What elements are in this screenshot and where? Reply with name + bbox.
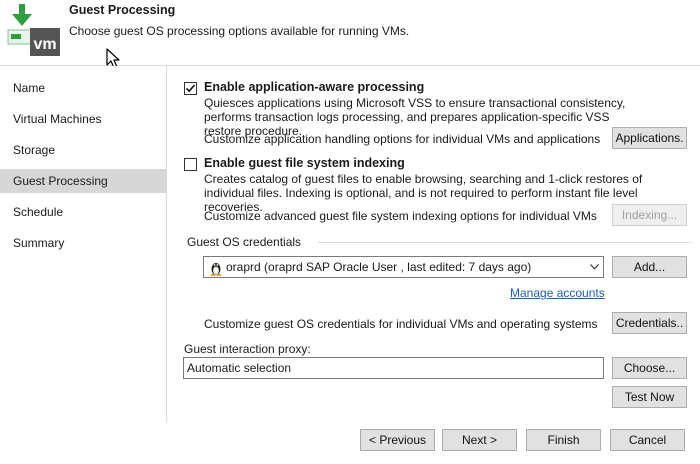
indexing-button[interactable]: Indexing... [612, 204, 687, 226]
wizard-steps-sidebar: Name Virtual Machines Storage Guest Proc… [0, 66, 167, 422]
proxy-field[interactable]: Automatic selection [183, 357, 604, 379]
wizard-footer: < Previous Next > Finish Cancel [0, 422, 700, 464]
page-title: Guest Processing [69, 3, 176, 17]
checkmark-icon [185, 84, 196, 93]
page-subtitle: Choose guest OS processing options avail… [69, 24, 410, 38]
guest-processing-panel: Enable application-aware processing Quie… [168, 66, 700, 422]
credentials-selected-value: oraprd (oraprd SAP Oracle User , last ed… [226, 260, 532, 274]
finish-button[interactable]: Finish [526, 429, 601, 451]
cancel-button[interactable]: Cancel [610, 429, 685, 451]
sidebar-item-name[interactable]: Name [0, 76, 166, 100]
sidebar-item-storage[interactable]: Storage [0, 138, 166, 162]
indexing-checkbox[interactable] [184, 158, 197, 171]
next-button[interactable]: Next > [442, 429, 517, 451]
indexing-label[interactable]: Enable guest file system indexing [204, 156, 405, 170]
test-now-button[interactable]: Test Now [612, 386, 687, 408]
chevron-down-icon [590, 264, 599, 270]
applications-button[interactable]: Applications. [612, 127, 687, 149]
manage-accounts-link[interactable]: Manage accounts [510, 286, 605, 300]
indexing-customize-text: Customize advanced guest file system ind… [204, 209, 597, 223]
credentials-button[interactable]: Credentials.. [612, 312, 687, 334]
sidebar-item-schedule[interactable]: Schedule [0, 200, 166, 224]
choose-proxy-button[interactable]: Choose... [612, 357, 687, 379]
app-aware-label[interactable]: Enable application-aware processing [204, 80, 424, 94]
group-divider [318, 242, 692, 243]
sidebar-item-virtual-machines[interactable]: Virtual Machines [0, 107, 166, 131]
logo-vm-text: vm [33, 36, 56, 53]
linux-penguin-icon [209, 260, 223, 276]
guest-interaction-proxy-label: Guest interaction proxy: [184, 342, 311, 356]
wizard-header: vm Guest Processing Choose guest OS proc… [0, 0, 700, 66]
credentials-select[interactable]: oraprd (oraprd SAP Oracle User , last ed… [203, 256, 604, 278]
previous-button[interactable]: < Previous [360, 429, 435, 451]
vm-backup-icon: vm [6, 4, 62, 60]
app-aware-checkbox[interactable] [184, 82, 197, 95]
add-credentials-button[interactable]: Add... [612, 256, 687, 278]
guest-os-credentials-label: Guest OS credentials [187, 235, 302, 249]
app-aware-customize-text: Customize application handling options f… [204, 132, 601, 146]
sidebar-item-summary[interactable]: Summary [0, 231, 166, 255]
sidebar-item-guest-processing[interactable]: Guest Processing [0, 169, 166, 193]
credentials-customize-text: Customize guest OS credentials for indiv… [204, 317, 598, 331]
